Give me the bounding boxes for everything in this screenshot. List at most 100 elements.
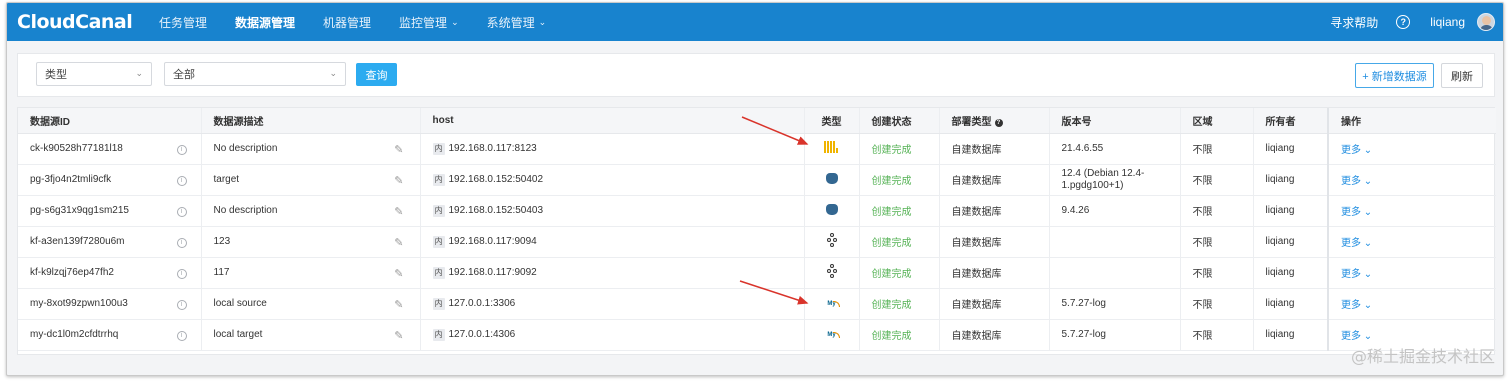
more-actions-dropdown[interactable]: 更多 ⌄ bbox=[1341, 300, 1372, 311]
cell-deploy: 自建数据库 bbox=[939, 257, 1050, 289]
info-icon[interactable]: i bbox=[176, 206, 187, 217]
nav-machine-management[interactable]: 机器管理 bbox=[309, 3, 385, 41]
datasource-desc: target bbox=[213, 174, 240, 185]
kafka-icon bbox=[826, 264, 837, 278]
scope-select[interactable]: 全部 ⌄ bbox=[164, 62, 346, 86]
info-icon[interactable]: i bbox=[176, 299, 187, 310]
postgresql-icon bbox=[825, 172, 838, 184]
username[interactable]: liqiang bbox=[1430, 15, 1465, 29]
status-text: 创建完成 bbox=[871, 331, 912, 342]
version-text: 5.7.27-log bbox=[1061, 328, 1106, 340]
datasource-id[interactable]: pg-3fjo4n2tmli9cfk bbox=[30, 174, 111, 185]
region-text: 不限 bbox=[1192, 300, 1213, 311]
datasource-id[interactable]: pg-s6g31x9qg1sm215 bbox=[30, 205, 129, 216]
table-row: pg-s6g31x9qg1sm215 i No description ✎ 内 192.1… bbox=[18, 195, 1496, 227]
datasource-id[interactable]: kf-k9lzqj76ep47fh2 bbox=[30, 267, 114, 278]
table-row: my-8xot99zpwn100u3 i local source ✎ 内 127.0.0… bbox=[18, 288, 1496, 320]
cell-region: 不限 bbox=[1180, 195, 1254, 227]
more-actions-dropdown[interactable]: 更多 ⌄ bbox=[1341, 238, 1372, 249]
cell-deploy: 自建数据库 bbox=[939, 319, 1050, 351]
cell-status: 创建完成 bbox=[859, 133, 940, 165]
edit-icon[interactable]: ✎ bbox=[394, 298, 403, 311]
help-icon[interactable]: ? bbox=[1396, 15, 1411, 29]
cloudcanal-logo[interactable]: CloudCanal bbox=[17, 11, 145, 33]
clickhouse-icon bbox=[823, 141, 840, 153]
cell-host: 内 192.168.0.117:9092 bbox=[420, 257, 805, 289]
chevron-down-icon: ⌄ bbox=[329, 68, 337, 78]
edit-icon[interactable]: ✎ bbox=[394, 205, 403, 218]
cell-deploy: 自建数据库 bbox=[939, 195, 1050, 227]
status-text: 创建完成 bbox=[871, 269, 912, 280]
more-actions-dropdown[interactable]: 更多 ⌄ bbox=[1341, 145, 1372, 156]
info-icon[interactable]: i bbox=[176, 237, 187, 248]
add-datasource-button[interactable]: + 新增数据源 bbox=[1355, 63, 1434, 88]
datasource-id[interactable]: ck-k90528h77181l18 bbox=[30, 143, 123, 154]
type-select-value: 类型 bbox=[45, 69, 67, 81]
type-select[interactable]: 类型 ⌄ bbox=[36, 62, 152, 86]
host-text: 192.168.0.117:9092 bbox=[448, 266, 537, 278]
cell-status: 创建完成 bbox=[859, 319, 940, 351]
edit-icon[interactable]: ✎ bbox=[394, 267, 403, 280]
deploy-text: 自建数据库 bbox=[951, 269, 1002, 280]
edit-icon[interactable]: ✎ bbox=[394, 236, 403, 249]
cell-region: 不限 bbox=[1180, 288, 1254, 320]
cell-id: pg-3fjo4n2tmli9cfk i bbox=[18, 164, 202, 196]
table-row: pg-3fjo4n2tmli9cfk i target ✎ 内 192.168.0.152… bbox=[18, 164, 1496, 196]
question-icon[interactable]: ? bbox=[994, 118, 1003, 127]
info-icon[interactable]: i bbox=[176, 268, 187, 279]
info-icon[interactable]: i bbox=[176, 144, 187, 155]
cell-status: 创建完成 bbox=[859, 226, 940, 258]
edit-icon[interactable]: ✎ bbox=[394, 174, 403, 187]
status-text: 创建完成 bbox=[871, 300, 912, 311]
datasource-desc: 123 bbox=[213, 236, 231, 247]
cell-host: 内 192.168.0.117:8123 bbox=[420, 133, 805, 165]
owner-text: liqiang bbox=[1265, 236, 1295, 247]
more-actions-dropdown[interactable]: 更多 ⌄ bbox=[1341, 176, 1372, 187]
nav-datasource-management[interactable]: 数据源管理 bbox=[221, 3, 309, 41]
deploy-text: 自建数据库 bbox=[951, 207, 1002, 218]
info-icon[interactable]: i bbox=[176, 175, 187, 186]
cell-action: 更多 ⌄ bbox=[1327, 164, 1496, 196]
cell-type bbox=[804, 164, 860, 196]
deploy-text: 自建数据库 bbox=[951, 300, 1002, 311]
col-header-host: host bbox=[420, 108, 805, 134]
refresh-button[interactable]: 刷新 bbox=[1441, 63, 1483, 88]
cell-owner: liqiang bbox=[1253, 288, 1329, 320]
region-text: 不限 bbox=[1192, 238, 1213, 249]
more-actions-dropdown[interactable]: 更多 ⌄ bbox=[1341, 331, 1372, 342]
cell-type bbox=[804, 226, 860, 258]
info-icon[interactable]: i bbox=[176, 330, 187, 341]
nav-system-management[interactable]: 系统管理 ⌄ bbox=[473, 3, 561, 41]
owner-text: liqiang bbox=[1265, 174, 1295, 185]
table-header-row: 数据源ID 数据源描述 host 类型 创建状态 部署类型? 版本号 区域 所有… bbox=[18, 108, 1496, 134]
cell-desc: No description ✎ bbox=[201, 133, 421, 165]
cell-type bbox=[804, 257, 860, 289]
more-actions-dropdown[interactable]: 更多 ⌄ bbox=[1341, 269, 1372, 280]
region-text: 不限 bbox=[1192, 176, 1213, 187]
cell-desc: local source ✎ bbox=[201, 288, 421, 320]
cell-host: 内 192.168.0.152:50402 bbox=[420, 164, 805, 196]
cell-action: 更多 ⌄ bbox=[1327, 257, 1496, 289]
host-text: 192.168.0.152:50402 bbox=[448, 173, 544, 185]
datasource-id[interactable]: my-8xot99zpwn100u3 bbox=[30, 298, 128, 309]
nav-monitor-management[interactable]: 监控管理 ⌄ bbox=[385, 3, 473, 41]
nav-task-management[interactable]: 任务管理 bbox=[145, 3, 221, 41]
cell-id: pg-s6g31x9qg1sm215 i bbox=[18, 195, 202, 227]
datasource-id[interactable]: my-dc1l0m2cfdtrrhq bbox=[30, 329, 118, 340]
datasource-id[interactable]: kf-a3en139f7280u6m bbox=[30, 236, 125, 247]
network-tag: 内 bbox=[432, 266, 445, 279]
edit-icon[interactable]: ✎ bbox=[394, 329, 403, 342]
cell-action: 更多 ⌄ bbox=[1327, 133, 1496, 165]
cell-desc: local target ✎ bbox=[201, 319, 421, 351]
network-tag: 内 bbox=[432, 328, 445, 341]
network-tag: 内 bbox=[432, 142, 445, 155]
help-link[interactable]: 寻求帮助 bbox=[1330, 14, 1378, 31]
network-tag: 内 bbox=[432, 173, 445, 186]
more-actions-dropdown[interactable]: 更多 ⌄ bbox=[1341, 207, 1372, 218]
col-header-region: 区域 bbox=[1180, 108, 1254, 134]
col-header-owner: 所有者 bbox=[1253, 108, 1329, 134]
edit-icon[interactable]: ✎ bbox=[394, 143, 403, 156]
owner-text: liqiang bbox=[1265, 205, 1295, 216]
avatar[interactable] bbox=[1477, 13, 1495, 31]
query-button[interactable]: 查询 bbox=[356, 63, 397, 86]
